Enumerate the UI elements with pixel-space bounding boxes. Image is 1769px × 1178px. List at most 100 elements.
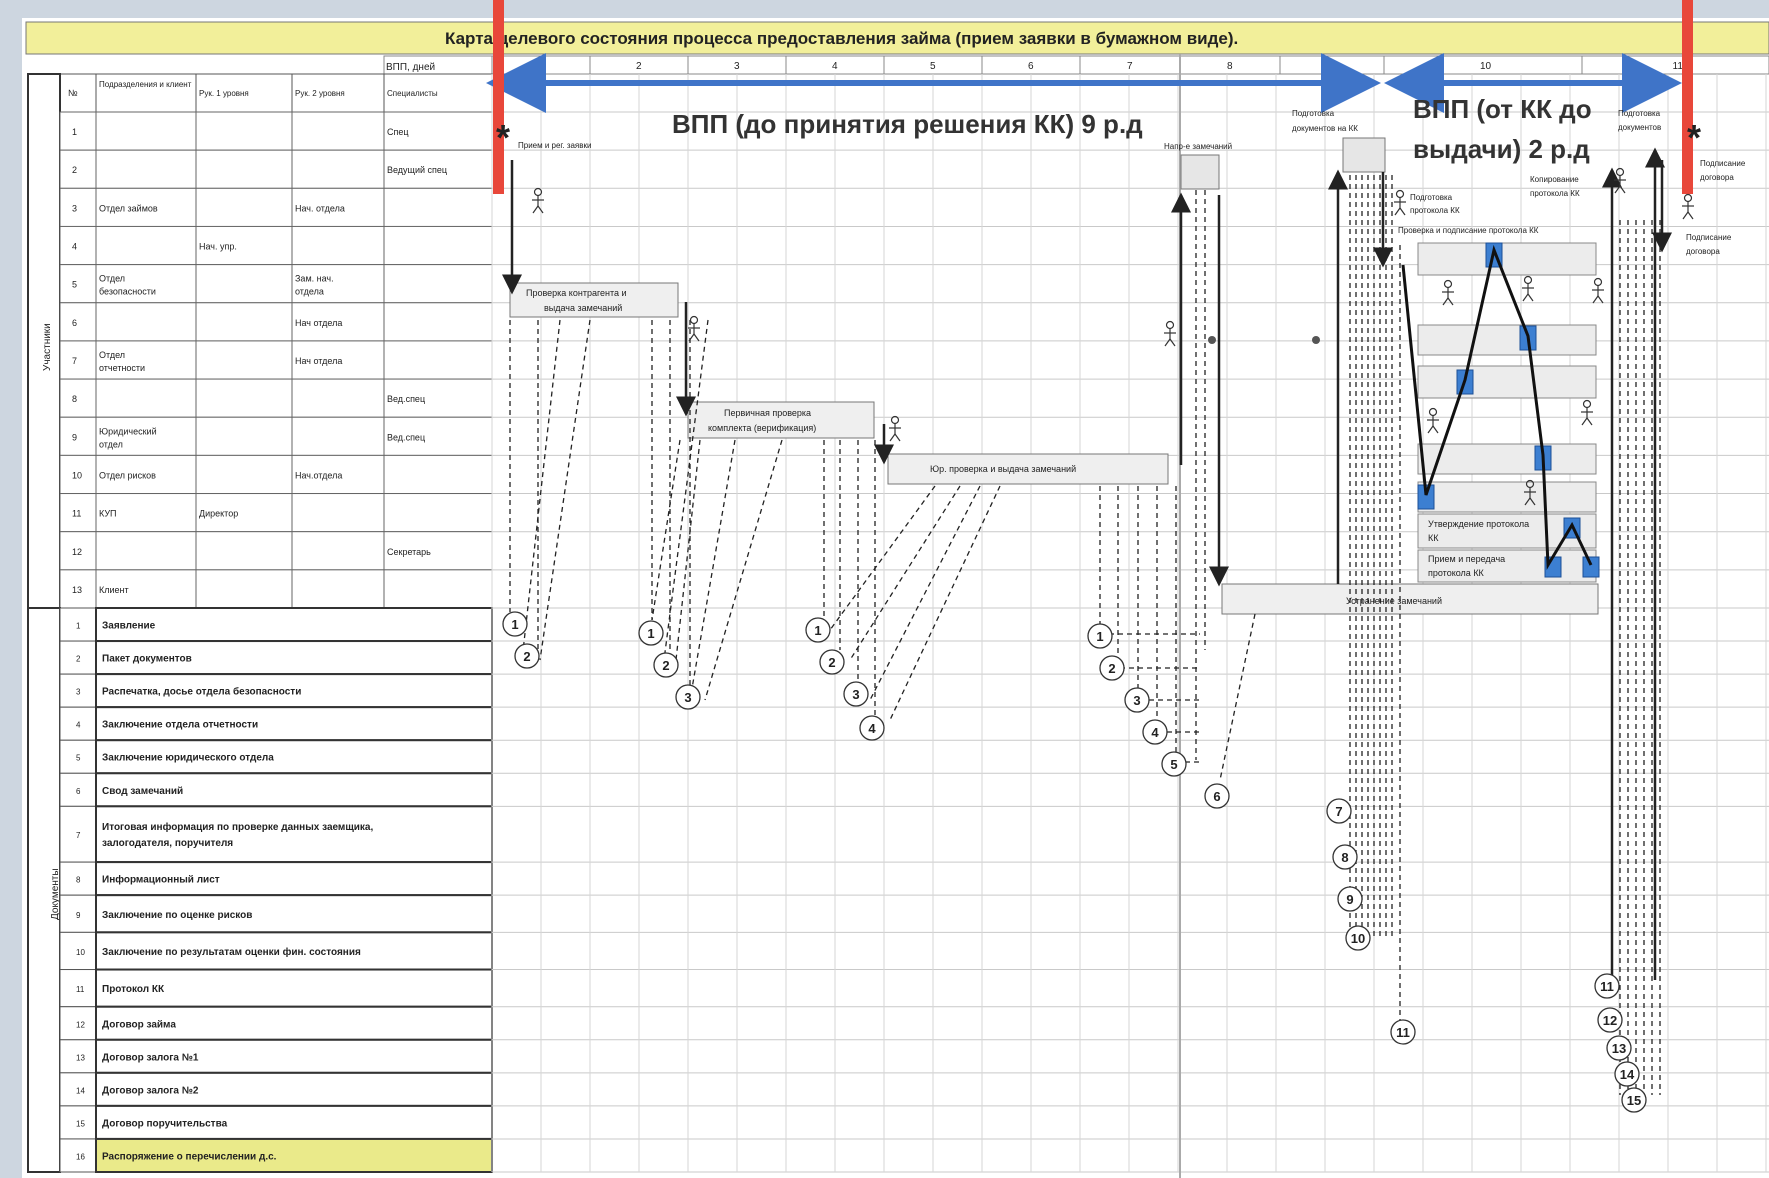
document-name: Свод замечаний — [102, 786, 183, 797]
marker-number: 2 — [828, 655, 835, 670]
marker-number: 4 — [868, 721, 876, 736]
start-asterisk-icon: * — [496, 117, 510, 158]
document-marker: 1 — [805, 617, 831, 643]
day-number: 11 — [1673, 61, 1684, 72]
marker-number: 2 — [662, 658, 669, 673]
marker-number: 10 — [1351, 931, 1365, 946]
document-name: Информационный лист — [102, 874, 220, 886]
col-lvl1-header: Рук. 1 уровня — [199, 89, 249, 98]
document-number: 3 — [76, 688, 81, 697]
marker-number: 14 — [1620, 1067, 1635, 1082]
marker-number: 11 — [1396, 1025, 1410, 1040]
document-number: 9 — [76, 911, 81, 920]
day-number: 8 — [1227, 61, 1233, 72]
participant-lvl2-2: отдела — [295, 287, 324, 297]
document-number: 16 — [76, 1152, 85, 1161]
marker-number: 5 — [1170, 757, 1177, 772]
marker-number: 7 — [1335, 804, 1342, 819]
start-marker-red — [493, 0, 504, 194]
document-row — [95, 805, 493, 864]
participant-spec: Спец — [387, 127, 409, 137]
marker-number: 13 — [1612, 1041, 1626, 1056]
document-name: Распоряжение о перечислении д.с. — [102, 1151, 277, 1162]
participant-unit: Клиент — [99, 585, 129, 595]
day-number: 6 — [1028, 61, 1034, 72]
participant-unit: Отдел — [99, 274, 125, 284]
map-title: Карта целевого состояния процесса предос… — [445, 29, 1238, 48]
participant-unit: Отдел рисков — [99, 470, 156, 480]
document-number: 14 — [76, 1086, 85, 1095]
phase1-label: ВПП (до принятия решения КК) 9 р.д — [672, 109, 1143, 139]
participant-number: 1 — [72, 127, 77, 137]
document-number: 1 — [76, 622, 81, 631]
col-unit-header: Подразделения и клиент — [99, 80, 192, 89]
document-number: 5 — [76, 754, 81, 763]
document-marker: 7 — [1326, 798, 1352, 824]
marker-number: 8 — [1341, 850, 1348, 865]
lane-box — [1417, 443, 1597, 475]
marker-number: 2 — [523, 649, 530, 664]
participant-row — [59, 493, 493, 533]
participant-spec: Вед.спец — [387, 394, 425, 404]
day-number: 7 — [1127, 61, 1133, 72]
participants-side-label: Участники — [42, 323, 53, 371]
marker-number: 3 — [852, 687, 859, 702]
participant-unit-2: отдел — [99, 439, 123, 449]
marker-number: 3 — [684, 690, 691, 705]
participant-spec: Ведущий спец — [387, 165, 447, 175]
participant-unit: Отдел — [99, 350, 125, 360]
activity-prepare-docs-kk-label-2: документов на КК — [1292, 124, 1358, 133]
activity-legal-check-label: Юр. проверка и выдача замечаний — [930, 464, 1076, 474]
lane-box — [1417, 242, 1597, 276]
participant-number: 3 — [72, 203, 77, 213]
participant-spec: Вед.спец — [387, 432, 425, 442]
document-marker: 2 — [653, 652, 679, 678]
activity-send-remarks — [1180, 154, 1220, 190]
marker-number: 12 — [1603, 1013, 1617, 1028]
document-marker: 15 — [1621, 1087, 1647, 1113]
document-marker: 1 — [502, 611, 528, 637]
participant-lvl2: Нач.отдела — [295, 470, 342, 480]
document-marker: 2 — [514, 643, 540, 669]
document-marker: 2 — [819, 649, 845, 675]
document-name: Заявление — [102, 621, 156, 632]
activity-prepare-docs-kk — [1342, 137, 1386, 173]
document-number: 7 — [76, 831, 81, 840]
participant-lvl2: Нач отдела — [295, 318, 342, 328]
document-marker: 10 — [1345, 925, 1371, 951]
participant-unit: Юридический — [99, 426, 157, 436]
document-name: Договор залога №2 — [102, 1085, 199, 1096]
day-number: 9 — [1329, 61, 1335, 72]
participant-row — [59, 302, 493, 342]
marker-number: 2 — [1108, 661, 1115, 676]
marker-number: 6 — [1213, 789, 1220, 804]
marker-number: 1 — [814, 623, 821, 638]
marker-number: 1 — [511, 617, 518, 632]
document-name: Заключение юридического отдела — [102, 753, 274, 764]
col-spec-header: Специалисты — [387, 89, 438, 98]
activity-primary-verification-label: Первичная проверка — [724, 408, 811, 418]
activity-approve-protocol-label: Утверждение протокола — [1428, 519, 1529, 529]
document-name: Заключение по результатам оценки фин. со… — [102, 946, 361, 958]
participant-number: 13 — [72, 585, 82, 595]
document-marker: 12 — [1597, 1007, 1623, 1033]
day-number: 1 — [538, 61, 544, 72]
activity-transfer-protocol-label: Прием и передача — [1428, 554, 1505, 564]
marker-number: 3 — [1133, 693, 1140, 708]
participant-row — [59, 340, 493, 380]
activity-prepare-protocol-label-2: протокола КК — [1410, 206, 1460, 215]
document-marker: 11 — [1390, 1019, 1416, 1045]
day-header: ВПП, дней 1 2 3 4 5 6 7 8 9 10 11 — [383, 55, 1769, 75]
document-number: 10 — [76, 948, 85, 957]
end-asterisk-icon: * — [1687, 117, 1701, 158]
document-marker: 1 — [1087, 623, 1113, 649]
participant-unit: КУП — [99, 509, 117, 519]
document-marker: 4 — [1142, 719, 1168, 745]
participant-lvl2: Нач. отдела — [295, 203, 345, 213]
lane-box — [1417, 324, 1597, 356]
participant-number: 9 — [72, 432, 77, 442]
dot-icon — [1208, 336, 1216, 344]
activity-approve-protocol-label-2: КК — [1428, 533, 1439, 543]
document-marker: 4 — [859, 715, 885, 741]
process-map-sheet: Карта целевого состояния процесса предос… — [0, 0, 1769, 1178]
